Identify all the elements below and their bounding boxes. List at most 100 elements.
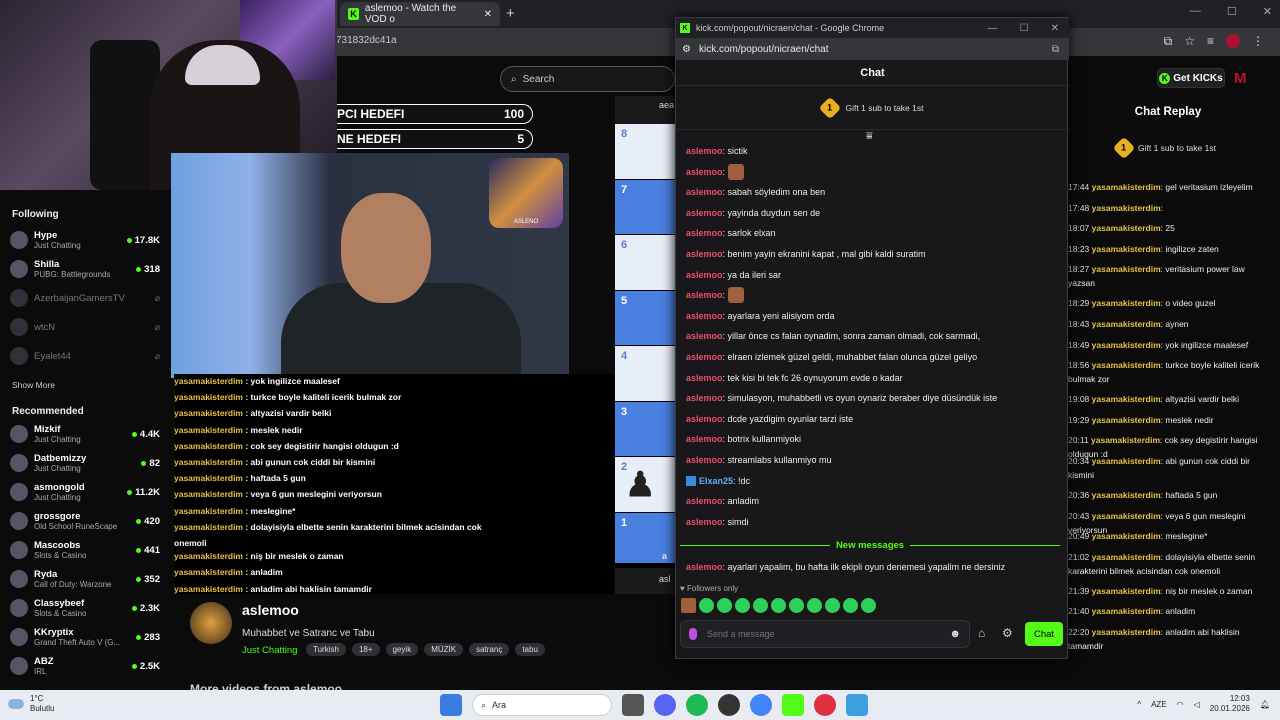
send-chat-button[interactable]: Chat [1025, 622, 1063, 646]
kick-app-icon[interactable] [782, 694, 804, 716]
chat-username[interactable]: aslemoo [686, 496, 723, 506]
replay-username[interactable]: yasamakisterdim [1092, 319, 1161, 329]
weather-widget[interactable]: 1°C Bulutlu [8, 694, 54, 714]
settings-gear-icon[interactable]: ⚙ [1002, 626, 1013, 640]
sidebar-channel[interactable]: Eyalet44 ⌀ [10, 342, 160, 370]
sidebar-channel[interactable]: asmongold Just Chatting 11.2K [10, 478, 160, 506]
replay-username[interactable]: yasamakisterdim [1091, 435, 1160, 445]
replay-username[interactable]: yasamakisterdim [1092, 531, 1161, 541]
emote-button[interactable] [861, 598, 876, 613]
close-window-icon[interactable]: ✕ [1051, 23, 1059, 34]
chat-username[interactable]: aslemoo [686, 146, 723, 156]
volume-icon[interactable]: ◁ [1194, 700, 1200, 709]
chat-username[interactable]: Elxan25 [699, 476, 733, 486]
popout-gift-banner[interactable]: 1 Gift 1 sub to take 1st [676, 86, 1069, 130]
replay-username[interactable]: yasamakisterdim [1092, 415, 1161, 425]
chat-username[interactable]: aslemoo [686, 434, 723, 444]
close-window-icon[interactable]: ✕ [1263, 5, 1272, 18]
chat-username[interactable]: aslemoo [686, 393, 723, 403]
replay-username[interactable]: yasamakisterdim [1092, 394, 1161, 404]
streamlabs-icon[interactable] [814, 694, 836, 716]
chat-username[interactable]: aslemoo [686, 290, 723, 300]
sidebar-channel[interactable]: Classybeef Slots & Casino 2.3K [10, 594, 160, 622]
close-tab-icon[interactable]: ✕ [484, 9, 492, 20]
stream-tag[interactable]: tabu [515, 643, 545, 656]
replay-username[interactable]: yasamakisterdim [1092, 182, 1161, 192]
taskbar-search[interactable]: ⌕ Ara [472, 694, 612, 716]
stream-tag[interactable]: satranç [469, 643, 510, 656]
replay-username[interactable]: yasamakisterdim [1092, 244, 1161, 254]
wifi-icon[interactable]: ◠ [1177, 700, 1184, 709]
chat-input[interactable] [707, 629, 940, 639]
search-bar[interactable]: ⌕ Search [500, 66, 675, 92]
sidebar-channel[interactable]: Datbemizzy Just Chatting 82 [10, 449, 160, 477]
chat-username[interactable]: aslemoo [686, 249, 723, 259]
sidebar-channel[interactable]: AzerbaijanGamersTV ⌀ [10, 284, 160, 312]
show-more-link[interactable]: Show More [12, 380, 55, 390]
chrome-icon[interactable] [750, 694, 772, 716]
replay-username[interactable]: yasamakisterdim [1092, 360, 1161, 370]
channel-name[interactable]: aslemoo [242, 602, 299, 618]
pinned-filter-icon[interactable]: ⩸ [866, 130, 873, 143]
emote-button[interactable] [717, 598, 732, 613]
replay-username[interactable]: yasamakisterdim [1092, 606, 1161, 616]
replay-username[interactable]: yasamakisterdim [1092, 223, 1161, 233]
chat-username[interactable]: aslemoo [686, 208, 723, 218]
sidebar-channel[interactable]: ABZ IRL 2.5K [10, 652, 160, 680]
sidebar-channel[interactable]: Ryda Call of Duty: Warzone 352 [10, 565, 160, 593]
menu-kebab-icon[interactable]: ⋮ [1252, 34, 1264, 49]
stream-tag[interactable]: MÜZİK [424, 643, 464, 656]
emote-button[interactable] [753, 598, 768, 613]
replay-username[interactable]: yasamakisterdim [1092, 490, 1161, 500]
gift-icon[interactable]: ⌂ [978, 626, 985, 640]
chat-username[interactable]: aslemoo [686, 331, 723, 341]
clock[interactable]: 12:03 20.01.2026 [1210, 694, 1250, 714]
chat-input-box[interactable]: ☻ [680, 620, 970, 648]
sidebar-channel[interactable]: Mizkif Just Chatting 4.4K [10, 420, 160, 448]
emote-button[interactable] [807, 598, 822, 613]
chevron-up-icon[interactable]: ^ [1137, 700, 1141, 709]
stream-tag[interactable]: geyik [385, 643, 419, 656]
emote-button[interactable] [789, 598, 804, 613]
sidebar-channel[interactable]: Hype Just Chatting 17.8K [10, 226, 160, 254]
notification-bell-icon[interactable]: 🔔︎ [1260, 700, 1270, 709]
popout-url[interactable]: kick.com/popout/nicraen/chat [699, 44, 829, 55]
emote-button[interactable] [843, 598, 858, 613]
replay-username[interactable]: yasamakisterdim [1092, 586, 1161, 596]
emote-button[interactable] [825, 598, 840, 613]
replay-username[interactable]: yasamakisterdim [1092, 552, 1161, 562]
chat-username[interactable]: aslemoo [686, 414, 723, 424]
minimize-icon[interactable]: — [1190, 5, 1201, 18]
sidebar-channel[interactable]: wtcN ⌀ [10, 313, 160, 341]
paint-icon[interactable] [846, 694, 868, 716]
pawn-piece[interactable]: ♟ [625, 465, 655, 505]
sidebar-channel[interactable]: Shilla PUBG: Battlegrounds 318 [10, 255, 160, 283]
bookmark-star-icon[interactable]: ☆ [1184, 34, 1195, 49]
replay-username[interactable]: yasamakisterdim [1092, 511, 1161, 521]
sidebar-channel[interactable]: Mascoobs Slots & Casino 441 [10, 536, 160, 564]
translate-icon[interactable]: ⧉ [1164, 34, 1173, 49]
user-avatar-icon[interactable]: M [1234, 70, 1247, 87]
media-icon[interactable]: ≡ [1207, 34, 1214, 49]
stream-category[interactable]: Just Chatting [242, 645, 297, 656]
chat-username[interactable]: aslemoo [686, 187, 723, 197]
url-text[interactable]: 731832dc41a [336, 35, 397, 46]
chat-username[interactable]: aslemoo [686, 455, 723, 465]
file-explorer-icon[interactable] [622, 694, 644, 716]
mic-icon[interactable] [689, 628, 697, 640]
chat-username[interactable]: aslemoo [686, 517, 723, 527]
chat-username[interactable]: aslemoo [686, 311, 723, 321]
maximize-icon[interactable]: ☐ [1020, 23, 1029, 34]
replay-username[interactable]: yasamakisterdim [1092, 340, 1161, 350]
translate-icon[interactable]: ⧉ [1052, 44, 1069, 55]
replay-username[interactable]: yasamakisterdim [1092, 264, 1161, 274]
chat-username[interactable]: aslemoo [686, 373, 723, 383]
emote-button[interactable] [771, 598, 786, 613]
channel-avatar[interactable] [190, 602, 232, 644]
stream-tag[interactable]: 18+ [351, 643, 380, 656]
browser-tab[interactable]: K aslemoo - Watch the VOD o ✕ [340, 2, 500, 26]
sidebar-channel[interactable]: KKryptix Grand Theft Auto V (G... 283 [10, 623, 160, 651]
replay-username[interactable]: yasamakisterdim [1092, 203, 1161, 213]
new-tab-icon[interactable]: + [506, 5, 515, 22]
chat-username[interactable]: aslemoo [686, 228, 723, 238]
